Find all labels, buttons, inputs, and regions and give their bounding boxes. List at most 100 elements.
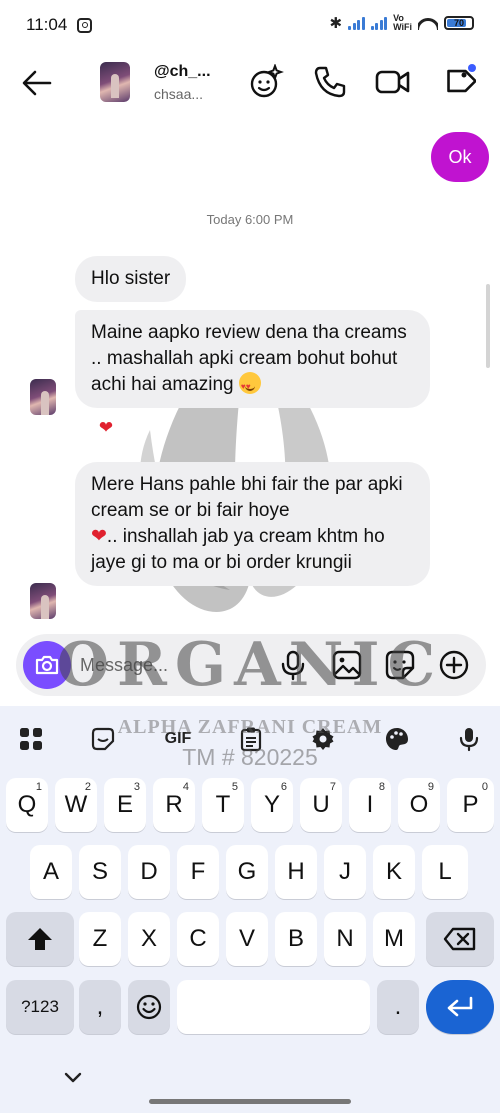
battery-level: 70 xyxy=(453,18,464,28)
key-hint: 7 xyxy=(329,781,336,793)
clipboard-icon[interactable] xyxy=(236,724,266,754)
microphone-icon[interactable] xyxy=(276,648,310,682)
key-n[interactable]: N xyxy=(324,912,366,966)
chat-header: @ch_... chsaa... xyxy=(0,50,500,114)
space-bar[interactable] xyxy=(177,980,370,1034)
comma-key[interactable]: , xyxy=(79,980,121,1034)
tag-icon[interactable] xyxy=(440,64,476,100)
signal-icon xyxy=(348,16,365,30)
gesture-navigation-bar[interactable] xyxy=(149,1099,351,1104)
vowifi-indicator: Vo WiFi xyxy=(393,14,412,32)
message-timestamp: Today 6:00 PM xyxy=(206,212,294,227)
gif-button[interactable]: GIF xyxy=(160,724,196,754)
key-u[interactable]: U7 xyxy=(300,778,342,832)
key-label: E xyxy=(116,791,133,818)
key-f[interactable]: F xyxy=(177,845,219,899)
backspace-icon xyxy=(443,927,476,951)
key-o[interactable]: O9 xyxy=(398,778,440,832)
key-label: P xyxy=(462,791,479,818)
sender-avatar[interactable] xyxy=(30,583,56,619)
camera-icon xyxy=(35,655,59,675)
key-h[interactable]: H xyxy=(275,845,317,899)
bluetooth-icon: ✱ xyxy=(329,15,343,32)
chat-thread[interactable]: Ok Today 6:00 PM Hlo sister Maine aapko … xyxy=(0,114,500,634)
instagram-notification-icon xyxy=(77,17,93,33)
shift-key[interactable] xyxy=(6,912,74,966)
key-g[interactable]: G xyxy=(226,845,268,899)
period-key[interactable]: . xyxy=(377,980,419,1034)
heart-reaction[interactable]: ❤ xyxy=(86,412,126,444)
sticker-icon[interactable] xyxy=(383,648,417,682)
wifi-icon xyxy=(418,16,438,30)
gallery-icon[interactable] xyxy=(330,648,364,682)
key-hint: 8 xyxy=(378,781,385,793)
theme-palette-icon[interactable] xyxy=(382,724,412,754)
incoming-message-bubble[interactable]: Mere Hans pahle bhi fair the par apki cr… xyxy=(75,462,430,586)
voice-input-icon[interactable] xyxy=(454,724,484,754)
key-p[interactable]: P0 xyxy=(447,778,494,832)
call-icon[interactable] xyxy=(312,64,348,100)
message-text-continued: .. inshallah jab ya cream khtm ho jaye g… xyxy=(91,526,385,573)
key-x[interactable]: X xyxy=(128,912,170,966)
key-l[interactable]: L xyxy=(422,845,468,899)
wifi-label: WiFi xyxy=(393,22,412,32)
camera-button[interactable] xyxy=(23,641,71,689)
incoming-message-bubble[interactable]: Maine aapko review dena tha creams .. ma… xyxy=(75,310,430,408)
key-w[interactable]: W2 xyxy=(55,778,97,832)
battery-icon: 70 xyxy=(444,16,474,30)
key-hint: 1 xyxy=(35,781,42,793)
backspace-key[interactable] xyxy=(426,912,494,966)
key-j[interactable]: J xyxy=(324,845,366,899)
incoming-message-bubble[interactable]: Hlo sister xyxy=(75,256,187,302)
key-m[interactable]: M xyxy=(373,912,415,966)
key-label: U xyxy=(312,791,330,818)
status-time: 11:04 xyxy=(26,15,68,34)
key-v[interactable]: V xyxy=(226,912,268,966)
emoji-smile-icon xyxy=(136,994,162,1020)
key-hint: 4 xyxy=(182,781,189,793)
add-plus-icon[interactable] xyxy=(437,648,471,682)
heart-eyes-emoji-icon xyxy=(238,372,261,400)
apps-grid-icon[interactable] xyxy=(16,724,46,754)
key-e[interactable]: E3 xyxy=(104,778,146,832)
key-k[interactable]: K xyxy=(373,845,415,899)
signal-icon-2 xyxy=(370,16,388,30)
status-indicators: ✱ Vo WiFi 70 xyxy=(329,14,474,32)
settings-gear-icon[interactable] xyxy=(308,724,338,754)
key-b[interactable]: B xyxy=(275,912,317,966)
sender-avatar[interactable] xyxy=(30,379,56,415)
key-label: W xyxy=(64,791,88,818)
key-t[interactable]: T5 xyxy=(202,778,244,832)
key-z[interactable]: Z xyxy=(79,912,121,966)
emoji-key[interactable] xyxy=(128,980,170,1034)
chat-scrollbar[interactable] xyxy=(486,284,490,368)
collapse-keyboard-chevron-icon[interactable] xyxy=(62,1068,84,1088)
video-call-icon[interactable] xyxy=(375,64,411,100)
key-a[interactable]: A xyxy=(30,845,72,899)
on-screen-keyboard: GIF Q1 W2 E3 R4 T5 Y6 U7 I8 O9 P0 A S D … xyxy=(0,706,500,1113)
key-y[interactable]: Y6 xyxy=(251,778,293,832)
key-hint: 5 xyxy=(231,781,238,793)
message-input[interactable] xyxy=(80,648,270,682)
key-r[interactable]: R4 xyxy=(153,778,195,832)
key-label: Y xyxy=(263,791,280,818)
outgoing-message-bubble[interactable]: Ok xyxy=(431,132,489,182)
back-arrow-icon[interactable] xyxy=(20,66,54,100)
contact-username[interactable]: chsaa... xyxy=(154,86,203,102)
key-c[interactable]: C xyxy=(177,912,219,966)
key-label: O xyxy=(409,791,429,818)
key-label: Q xyxy=(17,791,37,818)
symbols-key[interactable]: ?123 xyxy=(6,980,74,1034)
contact-avatar[interactable] xyxy=(100,62,130,102)
key-label: R xyxy=(165,791,183,818)
enter-key[interactable] xyxy=(426,980,494,1034)
effects-icon[interactable] xyxy=(248,64,284,100)
key-i[interactable]: I8 xyxy=(349,778,391,832)
key-s[interactable]: S xyxy=(79,845,121,899)
red-heart-emoji-icon: ❤ xyxy=(91,526,107,547)
key-q[interactable]: Q1 xyxy=(6,778,48,832)
sticker-icon[interactable] xyxy=(88,724,118,754)
contact-name[interactable]: @ch_... xyxy=(154,63,211,81)
key-d[interactable]: D xyxy=(128,845,170,899)
message-composer xyxy=(16,634,486,696)
